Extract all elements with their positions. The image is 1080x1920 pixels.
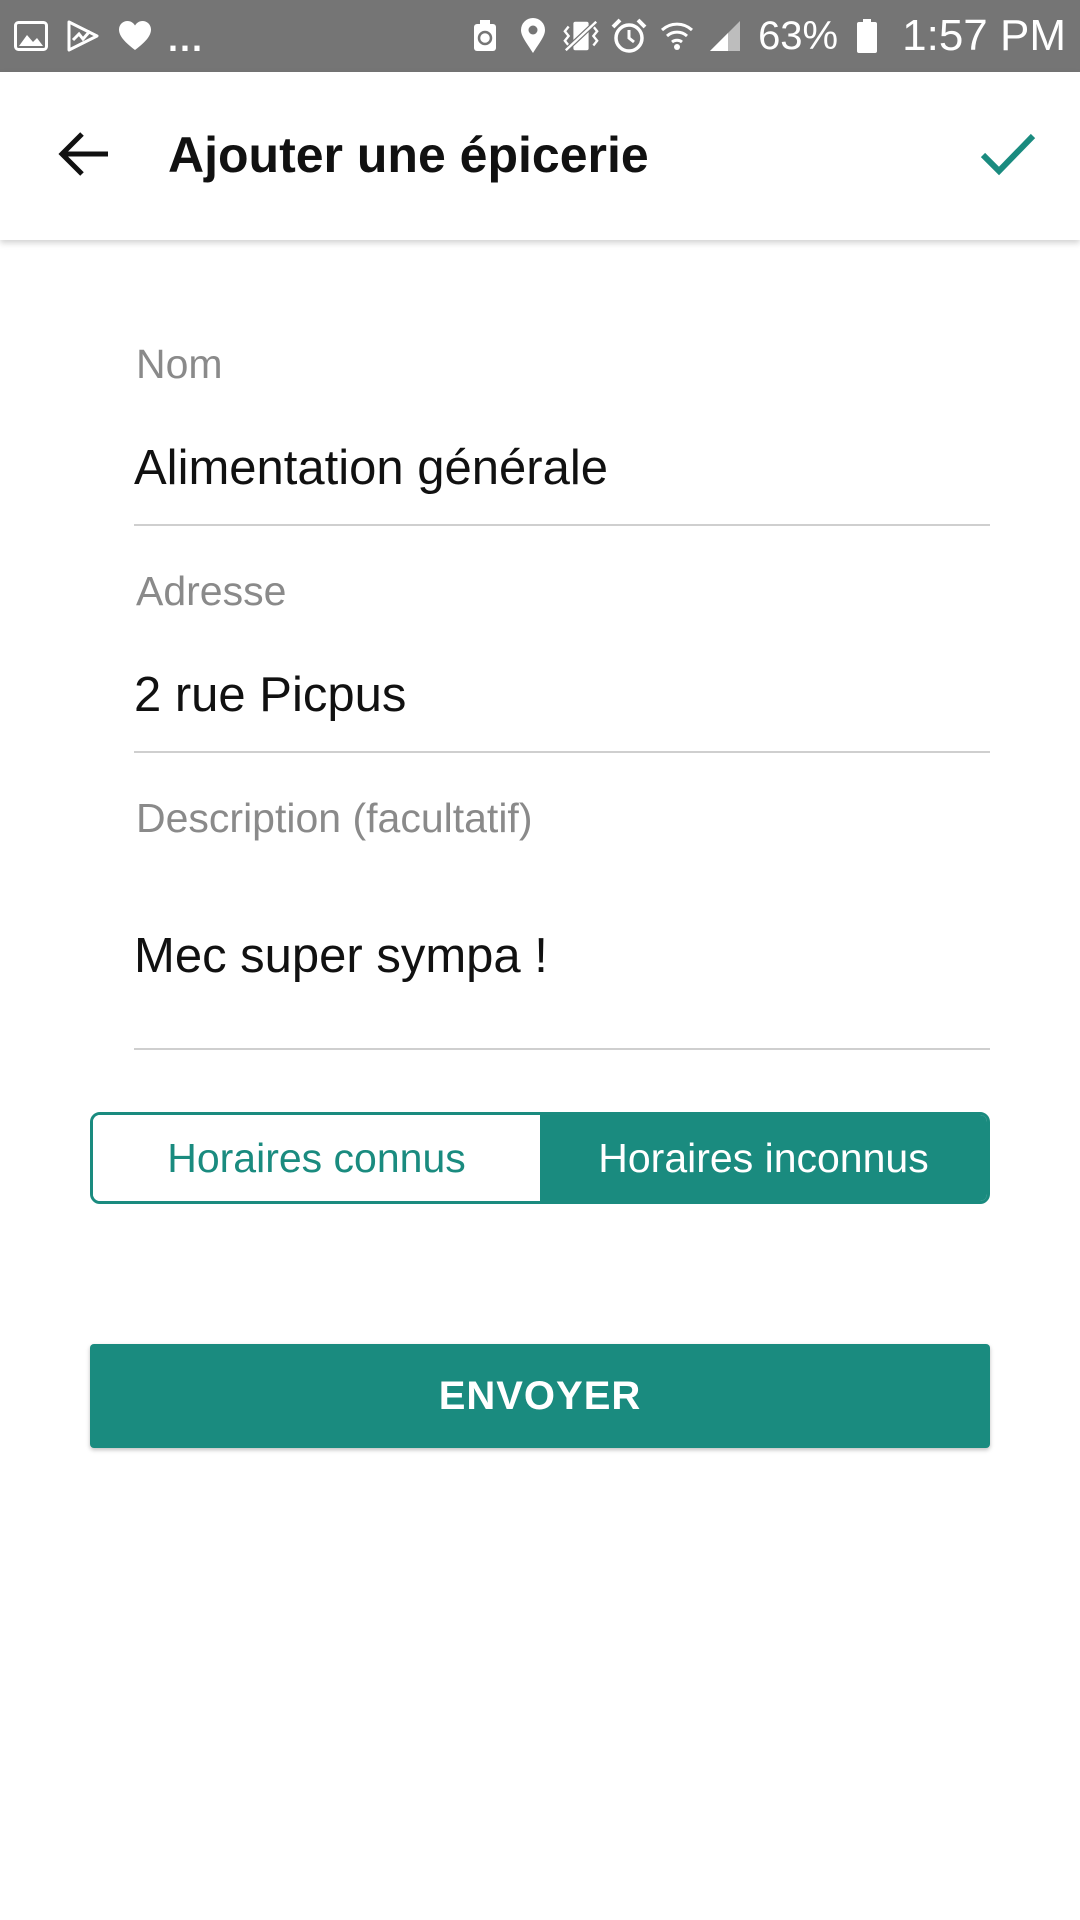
name-label: Nom [136,341,223,387]
battery-icon [848,17,886,55]
heart-icon [116,17,154,55]
hours-unknown-option[interactable]: Horaires inconnus [540,1115,987,1201]
check-icon [980,131,1036,182]
battery-percent: 63% [758,14,839,58]
status-bar: ... 63% 1:57 PM [0,0,1080,72]
hours-toggle: Horaires connus Horaires inconnus [90,1112,990,1204]
description-underline [134,1048,990,1050]
address-underline [134,751,990,753]
signal-icon [706,17,744,55]
hours-known-option[interactable]: Horaires connus [93,1115,540,1201]
gallery-icon [12,17,50,55]
alarm-icon [610,17,648,55]
clock: 1:57 PM [902,11,1066,60]
status-bar-notifications: ... [12,0,204,72]
address-label: Adresse [136,568,287,614]
description-input[interactable]: Mec super sympa ! [134,932,990,981]
arrow-back-icon [58,130,110,183]
play-store-icon [64,17,102,55]
name-input[interactable]: Alimentation générale [134,444,990,493]
name-underline [134,524,990,526]
wifi-icon [658,17,696,55]
notification-overflow: ... [168,18,205,59]
page-title: Ajouter une épicerie [168,127,649,183]
address-input[interactable]: 2 rue Picpus [134,671,990,720]
app-bar: Ajouter une épicerie [0,72,1080,240]
location-icon [514,17,552,55]
confirm-button[interactable] [962,110,1054,202]
status-bar-system: 63% 1:57 PM [466,0,1066,72]
back-button[interactable] [40,112,128,200]
description-label: Description (facultatif) [136,795,533,841]
vibrate-icon [562,17,600,55]
submit-button[interactable]: ENVOYER [90,1344,990,1448]
recycle-icon [466,17,504,55]
